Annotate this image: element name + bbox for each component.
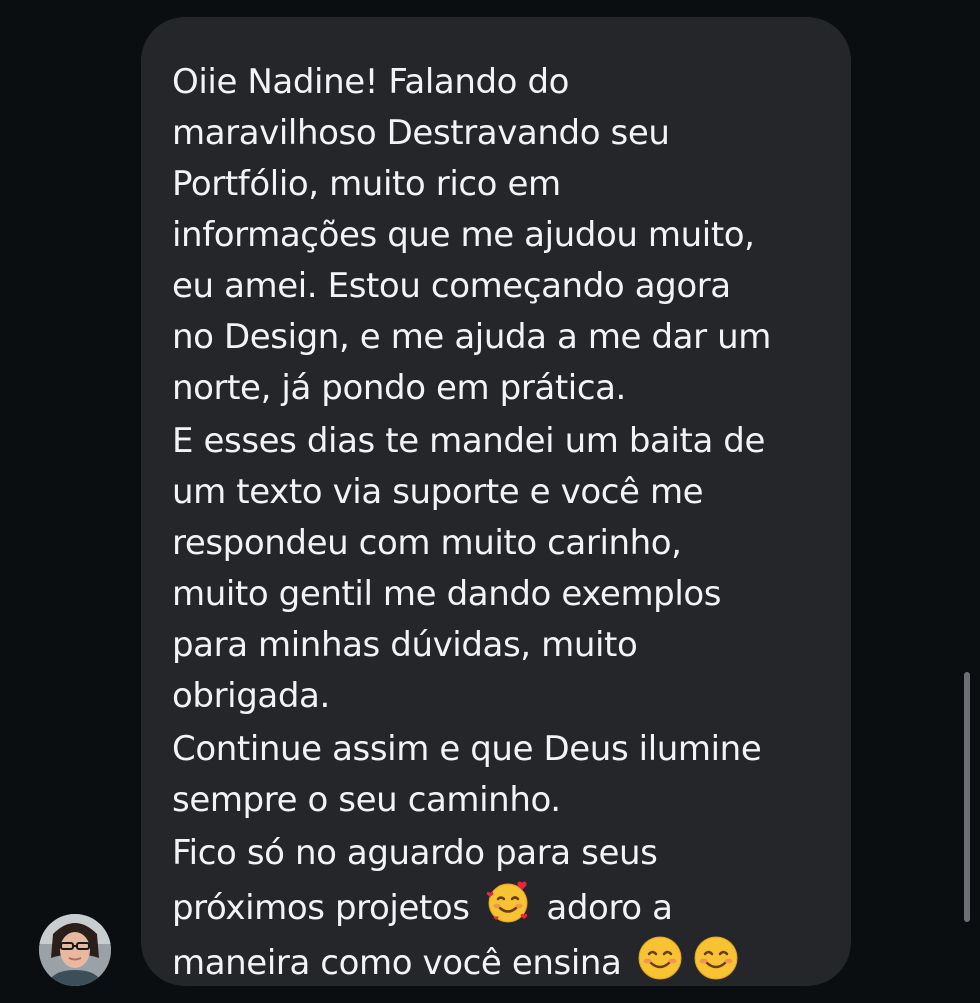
chat-screen: Oiie Nadine! Falando do maravilhoso Dest…: [0, 0, 980, 1003]
message-paragraph: E esses dias te mandei um baita de um te…: [172, 421, 765, 716]
smiling-face-icon: [636, 934, 684, 982]
avatar-photo-icon: [39, 914, 111, 986]
message-line: adoro a: [536, 888, 673, 928]
message-paragraph: Oiie Nadine! Falando do maravilhoso Dest…: [172, 62, 771, 408]
sender-avatar[interactable]: [39, 914, 111, 986]
message-line: próximos projetos: [172, 888, 481, 928]
message-paragraph-last: Fico só no aguardo para seus próximos pro…: [172, 828, 831, 989]
scrollbar-thumb[interactable]: [964, 672, 970, 922]
smiling-face-icon: [692, 934, 740, 982]
message-line: Fico só no aguardo para seus: [172, 833, 658, 873]
smiling-face-with-hearts-icon: [484, 879, 532, 927]
message-bubble[interactable]: Oiie Nadine! Falando do maravilhoso Dest…: [141, 17, 851, 986]
message-paragraph: Continue assim e que Deus ilumine sempre…: [172, 729, 762, 820]
message-line: maneira como você ensina: [172, 943, 632, 983]
